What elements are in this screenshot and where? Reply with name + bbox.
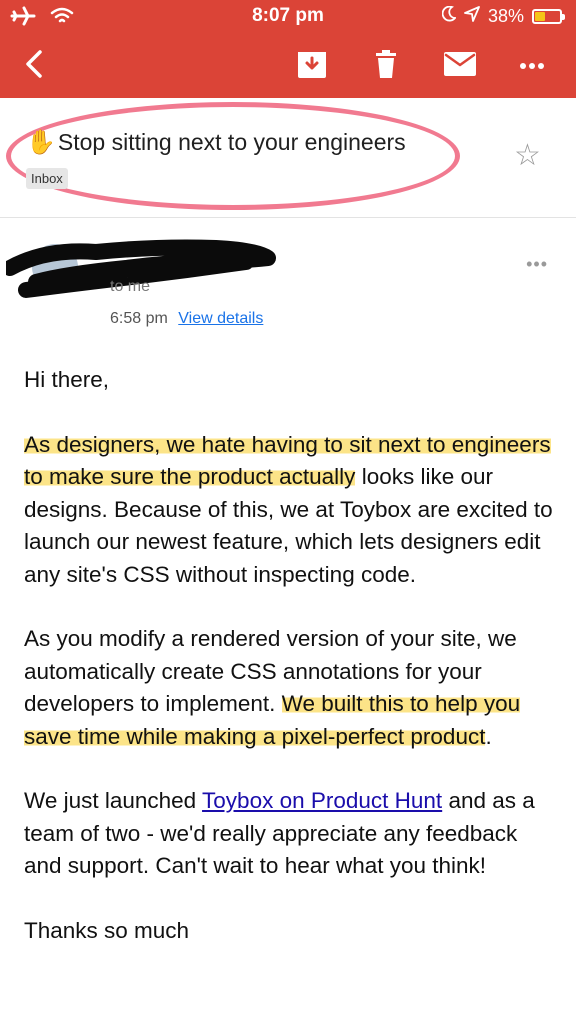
redaction-scribble bbox=[6, 239, 276, 298]
subject-header: ✋ Stop sitting next to your engineers In… bbox=[0, 98, 576, 218]
raised-hand-emoji: ✋ bbox=[26, 129, 56, 156]
greeting: Hi there, bbox=[24, 367, 110, 392]
toolbar bbox=[0, 40, 576, 92]
paragraph-text: . bbox=[485, 723, 492, 749]
paragraph-1: As designers, we hate having to sit next… bbox=[24, 429, 554, 592]
recipient-label[interactable]: to me bbox=[110, 278, 150, 296]
closing: Thanks so much bbox=[24, 917, 190, 943]
mark-unread-button[interactable] bbox=[440, 46, 480, 86]
location-icon bbox=[464, 6, 480, 27]
status-right: 38% bbox=[441, 5, 565, 27]
paragraph-3: We just launched Toybox on Product Hunt … bbox=[24, 785, 554, 883]
more-button[interactable] bbox=[512, 46, 552, 86]
battery-icon bbox=[532, 9, 565, 24]
delete-icon bbox=[374, 49, 398, 84]
app-bar: 8:07 pm 38% bbox=[0, 0, 576, 98]
archive-button[interactable] bbox=[292, 46, 332, 86]
star-icon[interactable]: ☆ bbox=[514, 138, 541, 173]
paragraph-text: We just launched bbox=[24, 788, 203, 813]
status-bar: 8:07 pm 38% bbox=[0, 0, 576, 34]
email-body: Hi there, As designers, we hate having t… bbox=[24, 364, 554, 979]
back-button[interactable] bbox=[14, 46, 54, 86]
archive-icon bbox=[297, 49, 327, 84]
product-hunt-link[interactable]: Toybox on Product Hunt bbox=[202, 788, 442, 813]
mark-unread-icon bbox=[443, 51, 477, 82]
message-more-icon[interactable]: ••• bbox=[526, 254, 548, 275]
inbox-label[interactable]: Inbox bbox=[26, 168, 68, 189]
delete-button[interactable] bbox=[366, 46, 406, 86]
back-icon bbox=[23, 49, 45, 84]
battery-percent: 38% bbox=[487, 6, 524, 26]
more-icon bbox=[519, 57, 545, 75]
paragraph-2: As you modify a rendered version of your… bbox=[24, 623, 554, 753]
subject-text: Stop sitting next to your engineers bbox=[57, 129, 406, 155]
email-meta: 6:58 pm View details bbox=[110, 310, 263, 328]
battery-fill bbox=[535, 12, 545, 21]
email-subject: ✋ Stop sitting next to your engineers bbox=[26, 128, 406, 157]
view-details-link[interactable]: View details bbox=[178, 310, 263, 327]
moon-icon bbox=[441, 5, 457, 27]
sender-row: to me 6:58 pm View details ••• bbox=[0, 218, 576, 338]
email-time: 6:58 pm bbox=[110, 310, 168, 327]
